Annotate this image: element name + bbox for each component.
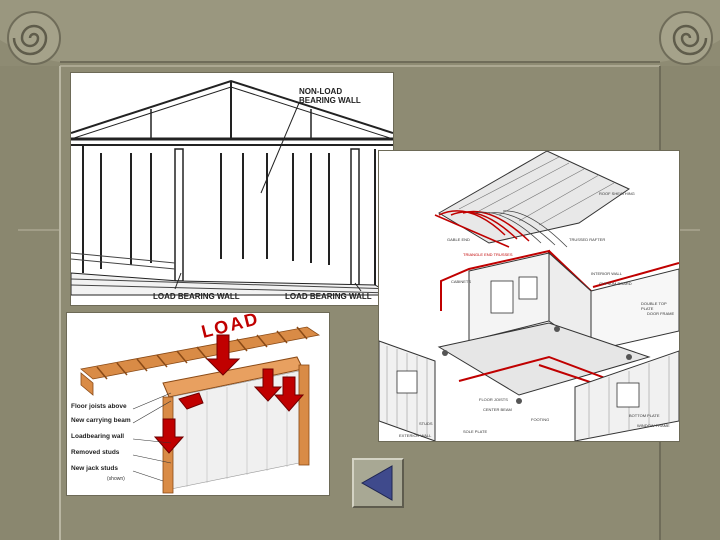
label-center-beam: CENTER BEAM (483, 407, 512, 412)
label-door-frame: DOOR FRAME (647, 311, 675, 316)
label-double-top-plate: DOUBLE TOP PLATE (641, 301, 667, 311)
triangle-left-icon (360, 465, 393, 501)
callout-loadbearing-wall: Loadbearing wall (71, 433, 125, 440)
label-floor-joists: FLOOR JOISTS (479, 397, 508, 402)
load-bearing-label-right: LOAD BEARING WALL (285, 292, 372, 301)
framing-diagram-panel: NON-LOAD BEARING WALL LOAD BEARING WALL … (70, 72, 394, 306)
label-exterior-wall: EXTERIOR WALL (399, 433, 432, 438)
callout-floor-joists: Floor joists above (71, 403, 127, 410)
load-transfer-panel: LOAD Floor joists above New carrying bea… (66, 312, 330, 496)
label-gypsum-board: GYPSUM BOARD (599, 281, 632, 286)
label-studs: STUDS (419, 421, 433, 426)
label-footing: FOOTING (531, 417, 550, 422)
left-scroll-ornament (7, 11, 61, 65)
callout-carrying-beam: New carrying beam (71, 417, 131, 424)
label-roof-sheathing: ROOF SHEATHING (599, 191, 635, 196)
callout-removed-studs: Removed studs (71, 449, 120, 456)
label-gable-end: GABLE END (447, 237, 470, 242)
label-sole-plate: SOLE PLATE (463, 429, 488, 434)
non-load-bearing-label: NON-LOAD BEARING WALL (299, 87, 361, 105)
label-triangle-end-trusses: TRIANGLE END TRUSSES (463, 252, 513, 257)
callout-note: (shown) (107, 476, 125, 482)
label-interior-wall: INTERIOR WALL (591, 271, 622, 276)
wall-framing-illustration (71, 73, 393, 305)
label-trussed-rafter: TRUSSED RAFTER (569, 237, 606, 242)
label-bottom-plate: BOTTOM PLATE (629, 413, 660, 418)
back-button[interactable] (352, 458, 404, 508)
load-bearing-label-left: LOAD BEARING WALL (153, 292, 240, 301)
label-cabinets: CABINETS (451, 279, 472, 284)
right-scroll-ornament (659, 11, 713, 65)
label-window-frame: WINDOW FRAME (637, 423, 670, 428)
callout-new-jack-studs: New jack studs (71, 465, 118, 472)
house-structure-panel: ROOF SHEATHING TRUSSED RAFTER GABLE END … (378, 150, 680, 442)
